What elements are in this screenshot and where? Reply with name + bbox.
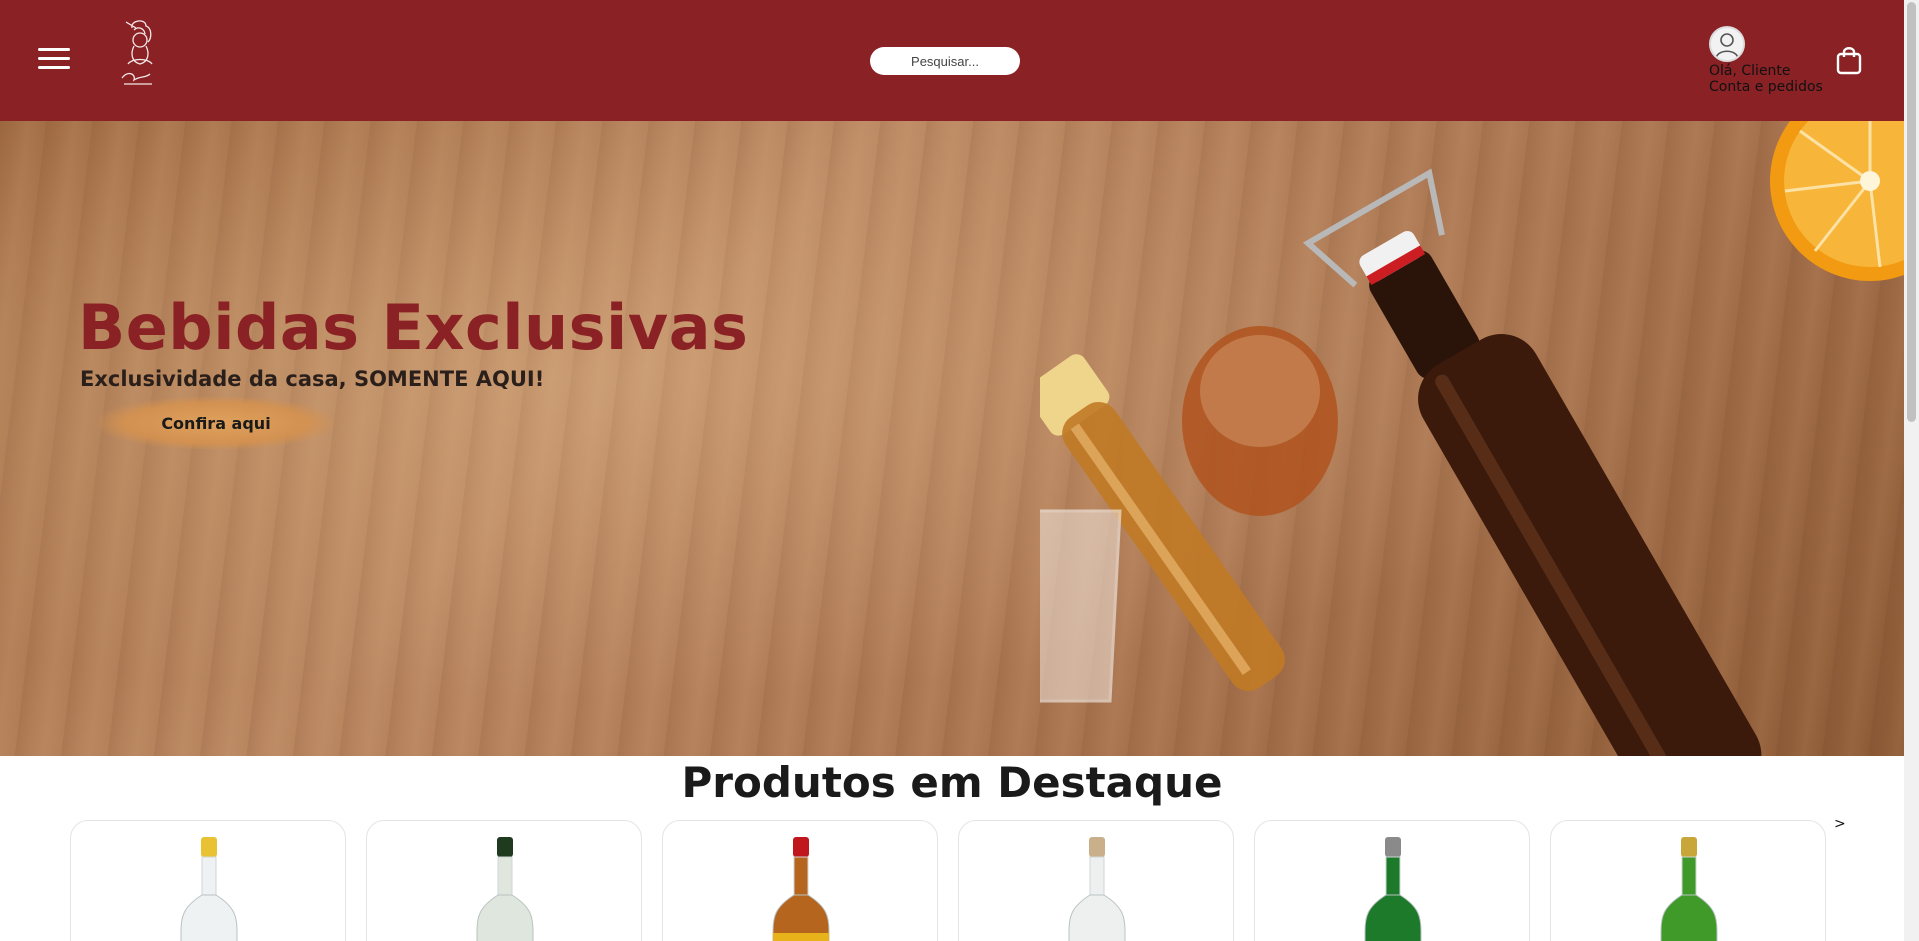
gin-bottle-icon	[1364, 837, 1422, 941]
atenas-logo-icon[interactable]	[112, 18, 164, 90]
account-greeting: Olá, Cliente	[1709, 63, 1791, 79]
hero-title: Bebidas Exclusivas	[78, 291, 749, 364]
user-avatar-icon	[1709, 26, 1745, 62]
bottles-illustration	[1040, 121, 1904, 756]
product-card[interactable]: CACHAÇA	[662, 820, 938, 941]
hamburger-menu-icon[interactable]	[38, 48, 70, 72]
search-input[interactable]	[870, 47, 1020, 75]
product-card[interactable]	[958, 820, 1234, 941]
cachaca-bottle-icon: CACHAÇA	[772, 837, 830, 941]
featured-products-title: Produtos em Destaque	[681, 758, 1223, 807]
account-menu[interactable]: Olá, Cliente Conta e pedidos	[1709, 26, 1829, 102]
site-header: Olá, Cliente Conta e pedidos	[0, 0, 1904, 121]
clear-bottle-icon	[1068, 837, 1126, 941]
account-orders-link[interactable]: Conta e pedidos	[1709, 79, 1823, 95]
product-card[interactable]	[1254, 820, 1530, 941]
hero-banner: Bebidas Exclusivas Exclusividade da casa…	[0, 121, 1904, 756]
product-card[interactable]	[70, 820, 346, 941]
shopping-bag-icon[interactable]	[1836, 45, 1862, 75]
scrollbar-thumb[interactable]	[1907, 2, 1916, 422]
green-bottle-icon	[476, 837, 534, 941]
confira-aqui-button[interactable]: Confira aqui	[100, 397, 332, 449]
green-bottle-icon	[1660, 837, 1718, 941]
hero-subtitle: Exclusividade da casa, SOMENTE AQUI!	[80, 367, 545, 391]
product-card[interactable]	[1550, 820, 1826, 941]
product-card[interactable]	[366, 820, 642, 941]
vertical-scrollbar[interactable]	[1904, 0, 1919, 941]
carousel-next-arrow[interactable]: >	[1834, 816, 1846, 832]
clear-bottle-icon	[180, 837, 238, 941]
